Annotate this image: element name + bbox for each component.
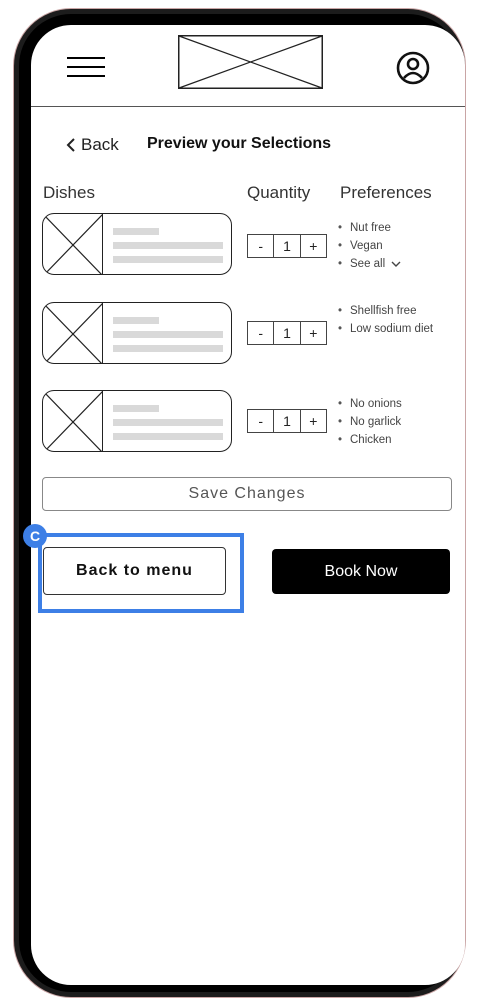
dish-card[interactable]	[42, 213, 232, 275]
profile-icon[interactable]	[396, 51, 430, 85]
quantity-value: 1	[273, 321, 301, 345]
quantity-stepper: - 1 +	[247, 234, 327, 258]
column-header-quantity: Quantity	[247, 183, 311, 202]
dish-image-placeholder	[43, 391, 104, 451]
text-placeholder-bar	[113, 242, 223, 249]
text-placeholder-bar	[113, 405, 159, 412]
see-all-link[interactable]: • See all	[338, 255, 401, 273]
dish-image-placeholder	[43, 303, 104, 363]
decrement-button[interactable]: -	[247, 234, 275, 258]
save-changes-button[interactable]: Save Changes	[42, 477, 452, 511]
quantity-value: 1	[273, 234, 301, 258]
increment-button[interactable]: +	[299, 409, 327, 433]
header-divider	[31, 106, 465, 107]
decrement-button[interactable]: -	[247, 409, 275, 433]
phone-screen: Back Preview your Selections Dishes Quan…	[31, 25, 465, 985]
increment-button[interactable]: +	[299, 321, 327, 345]
quantity-stepper: - 1 +	[247, 409, 327, 433]
book-now-button[interactable]: Book Now	[272, 549, 450, 594]
text-placeholder-bar	[113, 331, 223, 338]
text-placeholder-bar	[113, 345, 223, 352]
quantity-stepper: - 1 +	[247, 321, 327, 345]
preference-item: • Low sodium diet	[338, 323, 434, 335]
text-placeholder-bar	[113, 228, 159, 235]
text-placeholder-bar	[113, 419, 223, 426]
back-to-menu-button[interactable]: Back to menu	[43, 547, 226, 595]
preference-item: • Nut free	[338, 222, 391, 234]
back-link[interactable]: Back	[65, 133, 119, 157]
decrement-button[interactable]: -	[247, 321, 275, 345]
text-placeholder-bar	[113, 256, 223, 263]
dish-card[interactable]	[42, 302, 232, 364]
annotation-badge: C	[23, 524, 47, 548]
page-title: Preview your Selections	[147, 135, 332, 152]
preference-item: • Vegan	[338, 240, 383, 252]
quantity-value: 1	[273, 409, 301, 433]
column-header-preferences: Preferences	[340, 183, 432, 202]
preferences-list: • Nut free • Vegan • See all	[338, 219, 401, 273]
hamburger-icon[interactable]	[67, 55, 107, 79]
preference-item: • Shellfish free	[338, 305, 417, 317]
preference-item: • Chicken	[338, 434, 392, 446]
column-header-dishes: Dishes	[43, 183, 95, 202]
chevron-left-icon	[66, 138, 75, 152]
text-placeholder-bar	[113, 317, 159, 324]
dish-card[interactable]	[42, 390, 232, 452]
preferences-list: • Shellfish free • Low sodium diet	[338, 302, 433, 338]
dish-image-placeholder	[43, 214, 104, 274]
chevron-down-icon	[391, 261, 401, 267]
increment-button[interactable]: +	[299, 234, 327, 258]
text-placeholder-bar	[113, 433, 223, 440]
back-link-label: Back	[81, 135, 119, 154]
preferences-list: • No onions • No garlick • Chicken	[338, 395, 402, 449]
preference-item: • No garlick	[338, 416, 402, 428]
preference-item: • No onions	[338, 398, 402, 410]
logo-placeholder	[178, 35, 323, 89]
